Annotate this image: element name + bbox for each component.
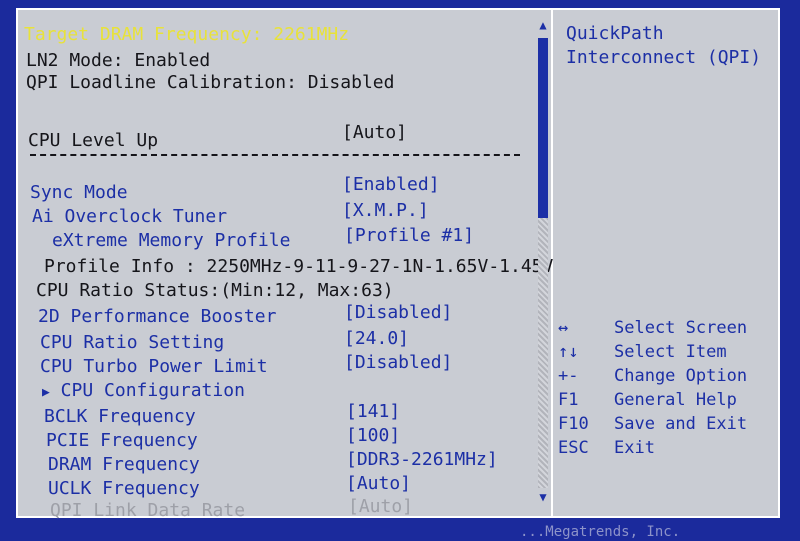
qpi-link-data-rate-label: QPI Link Data Rate [50,500,246,521]
2d-performance-booster-value[interactable]: [Disabled] [344,302,452,324]
2d-performance-booster-label[interactable]: 2D Performance Booster [38,306,276,328]
ai-overclock-tuner-value[interactable]: [X.M.P.] [342,200,429,222]
scroll-down-arrow-icon[interactable]: ▼ [536,490,550,504]
key-desc: General Help [614,390,737,410]
scrollbar-thumb[interactable] [538,38,548,218]
cpu-ratio-setting-label[interactable]: CPU Ratio Setting [40,332,224,354]
cpu-configuration-submenu[interactable]: ▶ CPU Configuration [42,380,245,404]
border-left [16,8,18,518]
key-desc: Select Screen [614,318,748,338]
key-plus-minus: +- [558,366,579,386]
uclk-frequency-value[interactable]: [Auto] [346,473,411,495]
cpu-level-up-label: CPU Level Up [28,130,159,151]
ln2-mode-status: LN2 Mode: Enabled [26,50,211,71]
key-left-right-icon: ↔ [558,318,569,338]
scroll-up-arrow-icon[interactable]: ▲ [536,18,550,32]
pcie-frequency-value[interactable]: [100] [346,425,400,447]
border-right [778,8,780,518]
qpi-loadline-status: QPI Loadline Calibration: Disabled [26,72,395,93]
key-row-general-help: F1 General Help [558,390,778,414]
cpu-turbo-power-limit-label[interactable]: CPU Turbo Power Limit [40,356,268,378]
frame-top [0,0,800,8]
key-desc: Select Item [614,342,727,362]
key-up-down-icon: ↑↓ [558,342,579,362]
bclk-frequency-value[interactable]: [141] [346,401,400,423]
qpi-link-data-rate-value: [Auto] [348,496,414,517]
key-esc: ESC [558,438,589,458]
cpu-level-up-value[interactable]: [Auto] [342,122,407,144]
bclk-frequency-label[interactable]: BCLK Frequency [44,406,196,428]
key-f1: F1 [558,390,579,410]
footer-copyright: ...Megatrends, Inc. [520,524,681,540]
xmp-profile-label[interactable]: eXtreme Memory Profile [52,230,290,252]
sync-mode-label[interactable]: Sync Mode [30,182,128,204]
submenu-arrow-icon: ▶ [42,385,50,400]
key-f10: F10 [558,414,589,434]
key-desc: Change Option [614,366,748,386]
key-desc: Save and Exit [614,414,748,434]
key-row-exit: ESC Exit [558,438,778,462]
frame-right [780,0,800,541]
key-row-save-exit: F10 Save and Exit [558,414,778,438]
cpu-turbo-power-limit-value[interactable]: [Disabled] [344,352,452,374]
cpu-ratio-setting-value[interactable]: [24.0] [344,328,409,350]
pcie-frequency-label[interactable]: PCIE Frequency [46,430,198,452]
dram-frequency-value[interactable]: [DDR3-2261MHz] [346,449,498,471]
target-dram-status: Target DRAM Frequency: 2261MHz [24,24,350,45]
dram-frequency-label[interactable]: DRAM Frequency [48,454,200,476]
ai-overclock-tuner-label[interactable]: Ai Overclock Tuner [32,206,227,228]
cpu-configuration-label: CPU Configuration [60,380,245,401]
uclk-frequency-label[interactable]: UCLK Frequency [48,478,200,500]
border-top [16,8,780,10]
frame-left [0,0,16,541]
profile-info: Profile Info : 2250MHz-9-11-9-27-1N-1.65… [44,256,554,277]
key-row-change-option: +- Change Option [558,366,778,390]
cpu-ratio-status: CPU Ratio Status:(Min:12, Max:63) [36,280,394,301]
help-panel-text: QuickPath Interconnect (QPI) [566,23,762,68]
separator-line [30,154,520,156]
xmp-profile-value[interactable]: [Profile #1] [344,225,474,247]
key-row-select-item: ↑↓ Select Item [558,342,778,366]
key-row-select-screen: ↔ Select Screen [558,318,778,342]
sync-mode-value[interactable]: [Enabled] [342,174,440,196]
key-desc: Exit [614,438,655,458]
scrollbar[interactable]: ▲ ▼ [536,16,550,506]
